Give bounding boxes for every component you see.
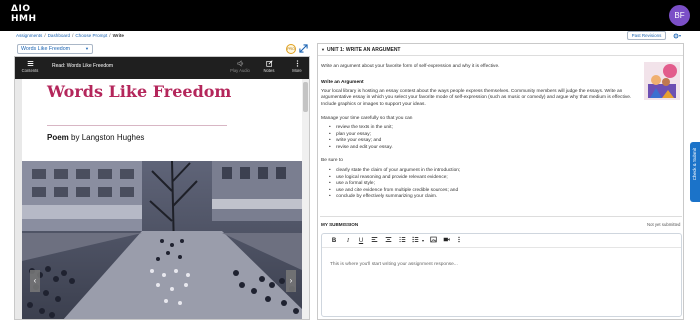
reader-toolbar: Contents Read: Words Like Freedom Play A… <box>15 57 309 79</box>
hmh-logo[interactable]: ΔΙΟ HMH <box>11 4 37 26</box>
reader-page: Words Like Freedom Poem by Langston Hugh… <box>22 79 304 319</box>
assignment-intro: Write an argument about your favorite fo… <box>321 64 500 69</box>
past-revisions-button[interactable]: Past Revisions <box>627 31 666 40</box>
scrollbar-thumb[interactable] <box>303 82 308 112</box>
sure-list: clearly state the claim of your argument… <box>329 168 460 201</box>
list-item: revise and edit your essay. <box>329 145 393 152</box>
parade-photo <box>22 161 304 319</box>
assignment-panel: ▼ UNIT 1: WRITE AN ARGUMENT Write an argu… <box>317 43 684 320</box>
chevron-down-icon: ▾ <box>679 33 682 38</box>
notes-button[interactable]: Notes <box>260 60 278 73</box>
top-bar: ΔΙΟ HMH BF <box>0 0 700 31</box>
underline-icon[interactable]: U <box>357 236 365 246</box>
align-center-icon[interactable] <box>384 236 393 246</box>
next-image-button[interactable]: › <box>286 270 296 292</box>
menu-icon <box>27 60 33 67</box>
list-item: conclude by effectively summarizing your… <box>329 194 460 201</box>
genre-label: Poem <box>47 133 69 142</box>
editor-toolbar: B I U ▾ <box>322 234 681 248</box>
contents-button[interactable]: Contents <box>21 60 39 73</box>
poem-author: Poem by Langston Hughes <box>47 133 144 142</box>
assignment-paragraph: Your local library is hosting an essay c… <box>321 89 632 107</box>
expand-icon[interactable] <box>299 44 308 53</box>
submission-label: MY SUBMISSION <box>321 222 359 227</box>
section-divider <box>320 216 682 217</box>
breadcrumb-choose-prompt[interactable]: Choose Prompt <box>75 33 107 38</box>
chevron-left-icon: ‹ <box>33 276 37 285</box>
plan-intro: Manage your time carefully so that you c… <box>321 116 413 121</box>
unit-heading-text: UNIT 1: WRITE AN ARGUMENT <box>326 47 401 53</box>
reader-panel: Contents Read: Words Like Freedom Play A… <box>14 56 310 320</box>
reader-title: Read: Words Like Freedom <box>52 63 114 69</box>
notes-label: Notes <box>263 68 275 73</box>
breadcrumb-dashboard[interactable]: Dashboard <box>48 33 70 38</box>
breadcrumb-current: Write <box>112 33 124 38</box>
play-audio-button[interactable]: Play Audio <box>228 60 252 73</box>
contents-label: Contents <box>21 68 39 73</box>
settings-menu-button[interactable]: ▾ <box>673 31 690 40</box>
more-button[interactable]: More <box>289 60 305 73</box>
bold-icon[interactable]: B <box>330 236 338 246</box>
breadcrumb-assignments[interactable]: Assignments <box>16 33 42 38</box>
previous-image-button[interactable]: ‹ <box>30 270 40 292</box>
align-left-icon[interactable] <box>370 236 379 246</box>
check-and-submit-tab[interactable]: Check & Submit <box>690 142 700 202</box>
image-icon[interactable] <box>429 236 438 246</box>
title-rule <box>47 125 227 126</box>
chevron-down-icon[interactable]: ▾ <box>420 236 426 246</box>
play-audio-label: Play Audio <box>230 68 250 73</box>
breadcrumb: Assignments / Dashboard / Choose Prompt / Writ… <box>16 33 124 38</box>
unit-heading[interactable]: ▼ UNIT 1: WRITE AN ARGUMENT <box>318 44 683 56</box>
section-title: Write an Argument <box>321 80 364 85</box>
response-editor[interactable]: B I U ▾ This is where you'll start writi… <box>321 233 682 317</box>
italic-icon[interactable]: I <box>344 236 352 246</box>
chevron-right-icon: › <box>289 276 293 285</box>
avatar[interactable]: BF <box>669 5 690 26</box>
unit-cover-image <box>644 62 680 100</box>
more-label: More <box>292 68 302 73</box>
poem-title: Words Like Freedom <box>47 82 232 101</box>
more-vertical-icon <box>296 60 298 67</box>
logo-mark: ΔΙΟ <box>11 4 31 14</box>
logo-text: HMH <box>11 14 37 24</box>
edit-note-icon <box>265 60 273 67</box>
check-and-submit-label: Check & Submit <box>692 148 697 181</box>
reading-select-value: Words Like Freedom <box>21 46 71 52</box>
submission-status: Not yet submitted <box>647 222 681 227</box>
video-icon[interactable] <box>442 236 451 246</box>
chevron-down-icon: ▼ <box>85 46 89 51</box>
reader-scrollbar[interactable] <box>302 79 309 319</box>
author-byline: by Langston Hughes <box>71 133 145 142</box>
speaker-icon <box>236 60 243 67</box>
more-vertical-icon[interactable] <box>455 236 462 246</box>
numbered-list-icon[interactable] <box>398 236 407 246</box>
reading-select[interactable]: Words Like Freedom ▼ <box>17 44 93 54</box>
reader-header: Words Like Freedom ▼ <box>14 43 312 55</box>
sure-intro: Be sure to <box>321 158 343 163</box>
plan-list: review the texts in the unit; plan your … <box>329 125 393 152</box>
bullet-list-icon[interactable] <box>411 236 420 246</box>
pro-badge: PRO <box>286 44 296 54</box>
editor-placeholder: This is where you'll start writing your … <box>330 262 458 267</box>
collapse-triangle-icon: ▼ <box>321 47 325 52</box>
